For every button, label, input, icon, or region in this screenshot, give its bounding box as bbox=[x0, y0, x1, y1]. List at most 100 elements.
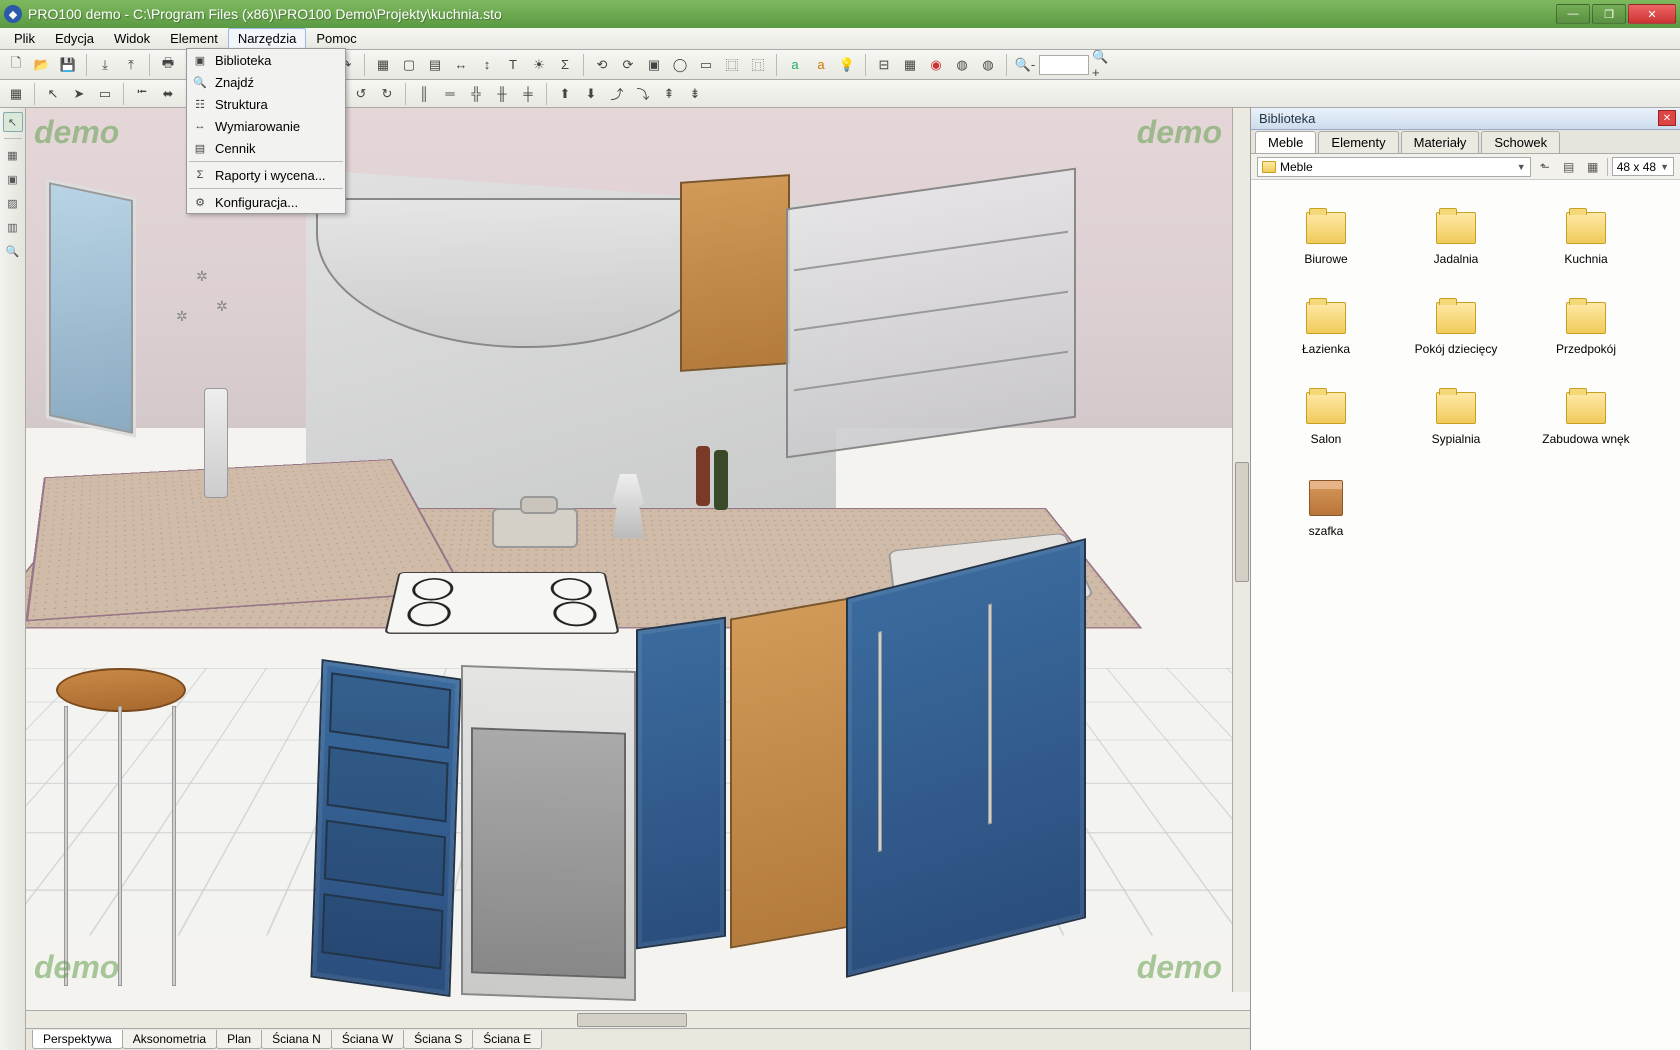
spacing5-button[interactable]: ╪ bbox=[516, 82, 540, 106]
3d-viewport[interactable]: ✲ ✲ ✲ demo demo demo demo bbox=[26, 108, 1250, 1010]
globe1-button[interactable]: ◍ bbox=[950, 53, 974, 77]
sel-arrow-button[interactable]: ➤ bbox=[67, 82, 91, 106]
library-size-selector[interactable]: 48 x 48 ▼ bbox=[1612, 157, 1674, 176]
cylinder-button[interactable]: ◯ bbox=[668, 53, 692, 77]
zoom-field[interactable] bbox=[1039, 55, 1089, 75]
library-item-szafka[interactable]: szafka bbox=[1261, 464, 1391, 554]
menu-item-biblioteka[interactable]: ▣Biblioteka bbox=[187, 49, 345, 71]
rot-right-button[interactable]: ↻ bbox=[375, 82, 399, 106]
globe2-button[interactable]: ◍ bbox=[976, 53, 1000, 77]
library-up-button[interactable]: ⬑ bbox=[1535, 157, 1555, 177]
viewport-hscroll[interactable] bbox=[26, 1010, 1250, 1028]
spacing1-button[interactable]: ║ bbox=[412, 82, 436, 106]
library-close-button[interactable]: ✕ bbox=[1658, 110, 1676, 126]
window-close-button[interactable]: ✕ bbox=[1628, 4, 1676, 24]
zoom-tool[interactable]: 🔍 bbox=[3, 241, 23, 261]
zoom-in-button[interactable]: 🔍+ bbox=[1091, 53, 1115, 77]
rotate-y-button[interactable]: ⟳ bbox=[616, 53, 640, 77]
library-item-łazienka[interactable]: Łazienka bbox=[1261, 284, 1391, 374]
menu-plik[interactable]: Plik bbox=[4, 28, 45, 49]
spacing2-button[interactable]: ═ bbox=[438, 82, 462, 106]
select-tool[interactable]: ↖ bbox=[3, 112, 23, 132]
menu-element[interactable]: Element bbox=[160, 28, 228, 49]
sum-button[interactable]: Σ bbox=[553, 53, 577, 77]
zoom-out-button[interactable]: 🔍- bbox=[1013, 53, 1037, 77]
rotate-x-button[interactable]: ⟲ bbox=[590, 53, 614, 77]
menu-widok[interactable]: Widok bbox=[104, 28, 160, 49]
order6-button[interactable]: ⇟ bbox=[683, 82, 707, 106]
menu-item-raportyiwycena[interactable]: ΣRaporty i wycena... bbox=[187, 164, 345, 186]
library-item-sypialnia[interactable]: Sypialnia bbox=[1391, 374, 1521, 464]
import-button[interactable]: ⤓ bbox=[93, 53, 117, 77]
layer-a-button[interactable]: a bbox=[783, 53, 807, 77]
order5-button[interactable]: ⇞ bbox=[657, 82, 681, 106]
window-button[interactable]: ▢ bbox=[397, 53, 421, 77]
menu-item-cennik[interactable]: ▤Cennik bbox=[187, 137, 345, 159]
dim-v-button[interactable]: ↕ bbox=[475, 53, 499, 77]
rot-left-button[interactable]: ↺ bbox=[349, 82, 373, 106]
window-maximize-button[interactable]: ❐ bbox=[1592, 4, 1626, 24]
view-tab-perspektywa[interactable]: Perspektywa bbox=[32, 1030, 123, 1049]
menu-item-konfiguracja[interactable]: ⚙Konfiguracja... bbox=[187, 191, 345, 213]
target-button[interactable]: ◉ bbox=[924, 53, 948, 77]
order3-button[interactable]: ⤴ bbox=[605, 82, 629, 106]
library-tab-elementy[interactable]: Elementy bbox=[1318, 131, 1398, 153]
sel-cursor-button[interactable]: ↖ bbox=[41, 82, 65, 106]
export-button[interactable]: ⤒ bbox=[119, 53, 143, 77]
order2-button[interactable]: ⬇ bbox=[579, 82, 603, 106]
order4-button[interactable]: ⤵ bbox=[631, 82, 655, 106]
open-button[interactable]: 📂 bbox=[30, 53, 54, 77]
solid-tool[interactable]: ▣ bbox=[3, 169, 23, 189]
snap-grid-button[interactable]: ▦ bbox=[4, 82, 28, 106]
menu-narzędzia[interactable]: Narzędzia bbox=[228, 28, 307, 49]
library-item-pokój-dziecięcy[interactable]: Pokój dziecięcy bbox=[1391, 284, 1521, 374]
library-tab-schowek[interactable]: Schowek bbox=[1481, 131, 1560, 153]
bulb-button[interactable]: 💡 bbox=[835, 53, 859, 77]
grid-tool[interactable]: ▨ bbox=[3, 193, 23, 213]
viewport-vscroll[interactable] bbox=[1232, 108, 1250, 992]
ruler-grid-button[interactable]: ▦ bbox=[898, 53, 922, 77]
library-item-przedpokój[interactable]: Przedpokój bbox=[1521, 284, 1651, 374]
view-tab-plan[interactable]: Plan bbox=[216, 1030, 262, 1049]
text-button[interactable]: T bbox=[501, 53, 525, 77]
print-button[interactable]: 🖶 bbox=[156, 53, 180, 77]
spacing4-button[interactable]: ╫ bbox=[490, 82, 514, 106]
view-tab-ścianae[interactable]: Ściana E bbox=[472, 1030, 542, 1049]
view-tab-ścianas[interactable]: Ściana S bbox=[403, 1030, 473, 1049]
texture-tool[interactable]: ▥ bbox=[3, 217, 23, 237]
view-tab-aksonometria[interactable]: Aksonometria bbox=[122, 1030, 217, 1049]
library-item-zabudowa-wnęk[interactable]: Zabudowa wnęk bbox=[1521, 374, 1651, 464]
door-button[interactable]: ▤ bbox=[423, 53, 447, 77]
panel-button[interactable]: ▭ bbox=[694, 53, 718, 77]
library-tab-meble[interactable]: Meble bbox=[1255, 131, 1316, 153]
new-button[interactable]: 🗋 bbox=[4, 53, 28, 77]
ruler-h-button[interactable]: ⊟ bbox=[872, 53, 896, 77]
light-button[interactable]: ☀ bbox=[527, 53, 551, 77]
view-tab-ścianaw[interactable]: Ściana W bbox=[331, 1030, 404, 1049]
wireframe-tool[interactable]: ▦ bbox=[3, 145, 23, 165]
window-minimize-button[interactable]: — bbox=[1556, 4, 1590, 24]
library-item-salon[interactable]: Salon bbox=[1261, 374, 1391, 464]
group-button[interactable]: ⿴ bbox=[720, 53, 744, 77]
ungroup-button[interactable]: ⿵ bbox=[746, 53, 770, 77]
dim-h-button[interactable]: ↔ bbox=[449, 53, 473, 77]
library-view1-button[interactable]: ▤ bbox=[1559, 157, 1579, 177]
library-path-selector[interactable]: Meble ▼ bbox=[1257, 157, 1531, 177]
menu-item-wymiarowanie[interactable]: ↔Wymiarowanie bbox=[187, 115, 345, 137]
menu-item-struktura[interactable]: ☷Struktura bbox=[187, 93, 345, 115]
order1-button[interactable]: ⬆ bbox=[553, 82, 577, 106]
menu-item-znajd[interactable]: 🔍Znajdź bbox=[187, 71, 345, 93]
box-button[interactable]: ▣ bbox=[642, 53, 666, 77]
sel-box-button[interactable]: ▭ bbox=[93, 82, 117, 106]
menu-edycja[interactable]: Edycja bbox=[45, 28, 104, 49]
align-center-button[interactable]: ⬌ bbox=[156, 82, 180, 106]
library-item-jadalnia[interactable]: Jadalnia bbox=[1391, 194, 1521, 284]
wall-button[interactable]: ▦ bbox=[371, 53, 395, 77]
library-item-biurowe[interactable]: Biurowe bbox=[1261, 194, 1391, 284]
library-tab-materiały[interactable]: Materiały bbox=[1401, 131, 1480, 153]
library-view2-button[interactable]: ▦ bbox=[1583, 157, 1603, 177]
align-left-button[interactable]: ⭰ bbox=[130, 82, 154, 106]
view-tab-ścianan[interactable]: Ściana N bbox=[261, 1030, 332, 1049]
save-button[interactable]: 💾 bbox=[56, 53, 80, 77]
library-item-kuchnia[interactable]: Kuchnia bbox=[1521, 194, 1651, 284]
